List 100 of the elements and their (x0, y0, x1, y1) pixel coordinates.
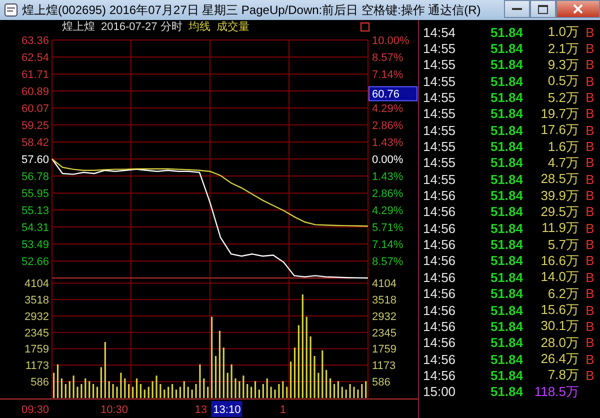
trade-side: B (584, 74, 596, 89)
tick-price: 51.84 (489, 122, 523, 138)
volume-bar (175, 390, 178, 398)
trade-side: B (584, 172, 596, 187)
tick-volume: 15.6万 (540, 301, 579, 320)
tick-time: 14:55 (422, 106, 457, 122)
percent-axis-label: 0.00% (372, 154, 404, 166)
tick-price: 51.84 (489, 318, 523, 334)
price-axis-label: 62.54 (21, 52, 49, 64)
tick-time: 14:54 (422, 24, 457, 40)
legend-label: 均线 (188, 20, 210, 34)
tick-price: 51.84 (489, 188, 523, 204)
percent-axis-label: 7.14% (372, 69, 404, 82)
tick-price: 51.84 (489, 335, 523, 350)
volume-axis-label: 2932 (24, 310, 49, 323)
price-axis-label: 56.78 (21, 170, 49, 183)
volume-axis-label: 1173 (372, 360, 396, 372)
tick-time: 14:56 (422, 302, 457, 318)
tick-price: 51.84 (489, 384, 523, 400)
close-button[interactable] (556, 0, 600, 18)
volume-axis-label: 4104 (24, 279, 49, 290)
tick-volume: 16.6万 (540, 252, 579, 270)
trade-side: B (584, 270, 596, 285)
trade-side: B (584, 188, 596, 204)
percent-axis-label: 2.86% (372, 120, 404, 132)
close-icon (573, 4, 583, 14)
tick-price: 51.84 (489, 220, 523, 236)
tick-time: 14:56 (422, 220, 457, 236)
tick-price: 51.84 (489, 286, 523, 302)
trade-side: B (584, 24, 596, 40)
trade-side: B (584, 41, 596, 56)
trade-side: B (584, 57, 596, 72)
volume-bar (136, 378, 138, 398)
tick-time: 14:55 (422, 172, 457, 187)
price-axis-label: 57.60 (21, 154, 49, 166)
tick-price: 51.84 (489, 270, 523, 285)
tick-volume: 26.4万 (540, 350, 579, 368)
tick-volume: 5.2万 (546, 88, 579, 107)
tick-volume: 17.6万 (540, 121, 579, 140)
trade-side: B (584, 220, 596, 236)
volume-axis-label: 3518 (372, 294, 396, 306)
percent-axis-label: 8.57% (372, 256, 404, 268)
percent-axis-label: 1.43% (372, 171, 404, 184)
legend-label: 成交量 (216, 20, 250, 34)
trade-side: B (584, 155, 596, 170)
tick-time: 14:55 (422, 90, 457, 106)
volume-axis-label: 586 (30, 376, 49, 389)
volume-axis-label: 1173 (25, 360, 49, 372)
tick-volume: 9.3万 (546, 56, 579, 74)
tick-time: 14:55 (422, 139, 457, 154)
price-axis-label: 53.49 (21, 238, 49, 251)
minimize-button[interactable] (504, 0, 530, 18)
square-icon[interactable] (360, 22, 370, 32)
tick-time: 14:56 (422, 204, 457, 220)
tick-volume: 1.0万 (546, 23, 579, 42)
trade-side: B (584, 204, 596, 220)
volume-axis-label: 586 (372, 376, 390, 389)
percent-axis-label: 2.86% (372, 188, 404, 200)
volume-bar (96, 386, 98, 398)
trade-side: B (584, 90, 596, 106)
tick-volume: 0.5万 (546, 72, 579, 90)
volume-axis-label: 1759 (372, 344, 396, 356)
app-icon (4, 3, 18, 17)
tick-price: 51.84 (489, 139, 523, 154)
tick-volume: 30.1万 (540, 317, 579, 336)
tick-price: 51.84 (489, 302, 523, 318)
price-axis-label: 52.66 (21, 256, 49, 268)
price-axis-label: 61.71 (21, 69, 49, 82)
time-axis-label: 1 (280, 404, 286, 416)
tick-price: 51.84 (489, 253, 523, 268)
volume-bar (56, 364, 59, 398)
time-axis-label: 10:30 (100, 404, 128, 416)
maximize-button[interactable] (530, 0, 556, 18)
maximize-icon (538, 4, 548, 14)
price-axis-label: 55.95 (21, 188, 49, 200)
tick-volume: 39.9万 (540, 186, 579, 205)
percent-axis-label: 8.57% (372, 52, 404, 64)
percent-axis-label: 4.29% (372, 102, 404, 115)
tick-time: 15:00 (422, 384, 457, 400)
volume-bar (294, 348, 296, 398)
tick-price: 51.84 (489, 204, 523, 220)
price-axis-label: 59.25 (21, 120, 49, 132)
cursor-time-readout: 13:10 (211, 401, 242, 417)
tick-volume: 11.9万 (540, 219, 579, 238)
volume-axis-label: 3518 (24, 294, 49, 306)
tick-time: 14:55 (422, 155, 457, 170)
tick-volume: 5.7万 (546, 236, 579, 254)
tick-time: 14:56 (422, 286, 457, 302)
tick-time: 14:56 (422, 318, 457, 334)
trade-side: B (584, 286, 596, 302)
tick-time: 14:56 (422, 253, 457, 268)
tick-price: 51.84 (489, 41, 523, 56)
percent-axis-label: 5.71% (372, 222, 404, 234)
tick-time: 14:55 (422, 41, 457, 56)
time-axis-label: 13 (194, 404, 207, 416)
tick-time: 14:55 (422, 57, 457, 72)
tick-volume: 118.5万 (533, 382, 579, 401)
percent-axis-label: 4.29% (372, 205, 404, 218)
volume-bar (254, 381, 256, 398)
price-axis-label: 58.42 (21, 137, 49, 150)
